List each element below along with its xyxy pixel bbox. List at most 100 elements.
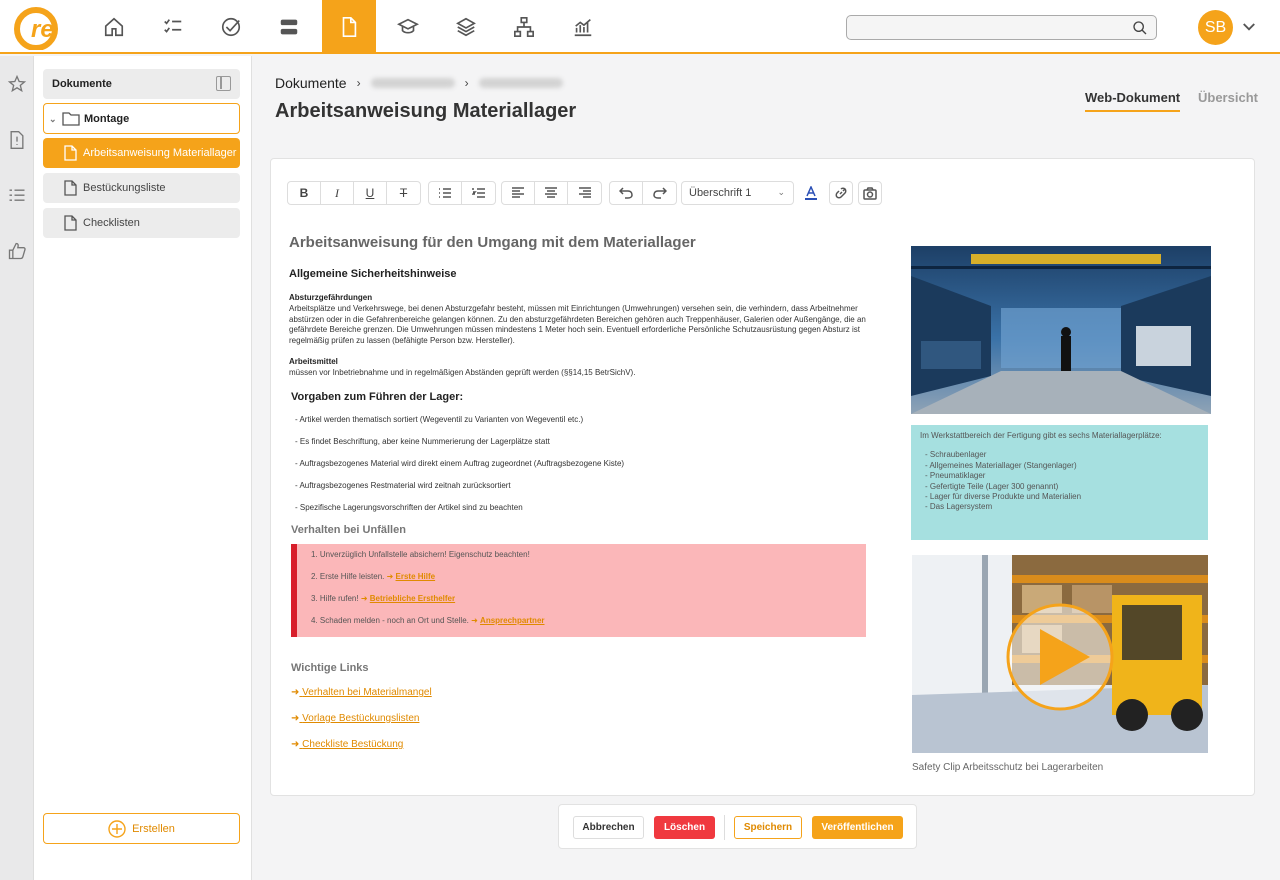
- link-icon[interactable]: [829, 181, 853, 205]
- section-heading: Allgemeine Sicherheitshinweise: [289, 268, 457, 281]
- editor-card: B I U T Überschrift 1 ⌄ Arbeitsanweisung…: [270, 158, 1255, 796]
- graduation-icon[interactable]: [381, 0, 435, 53]
- list-icon[interactable]: [7, 186, 27, 206]
- section-heading: Vorgaben zum Führen der Lager:: [291, 391, 464, 403]
- align-left-icon[interactable]: [502, 182, 535, 204]
- breadcrumb-root[interactable]: Dokumente: [275, 75, 347, 91]
- breadcrumb-blurred[interactable]: [478, 78, 563, 88]
- strikethrough-button[interactable]: T: [387, 182, 420, 204]
- list-item: - Auftragsbezogenes Material wird direkt…: [295, 459, 625, 468]
- avatar[interactable]: SB: [1198, 10, 1233, 45]
- chevron-down-icon[interactable]: ⌄: [49, 114, 57, 125]
- chevron-right-icon: ›: [464, 76, 469, 90]
- document-body[interactable]: Arbeitsanweisung für den Umgang mit dem …: [289, 233, 869, 389]
- link-label: Verhalten bei Materialmangel: [302, 687, 432, 698]
- numbered-list-icon[interactable]: [462, 182, 495, 204]
- link-vorlage[interactable]: ➜ Vorlage Bestückungslisten: [291, 713, 419, 724]
- sidebar-toggle-icon[interactable]: [216, 76, 231, 91]
- sidebar-item-bestueckungsliste[interactable]: Bestückungsliste: [43, 173, 240, 203]
- step-text: 4. Schaden melden - noch an Ort und Stel…: [311, 616, 472, 625]
- star-icon[interactable]: [7, 74, 27, 94]
- redo-icon[interactable]: [643, 182, 676, 204]
- folder-icon: [62, 112, 80, 126]
- tab-uebersicht[interactable]: Übersicht: [1198, 90, 1258, 105]
- link-label: Vorlage Bestückungslisten: [302, 713, 420, 724]
- home-icon[interactable]: [87, 0, 141, 53]
- list-item: - Auftragsbezogenes Restmaterial wird ze…: [295, 481, 511, 490]
- info-box-intro: Im Werkstattbereich der Fertigung gibt e…: [920, 431, 1162, 440]
- create-button-label: Erstellen: [132, 822, 175, 835]
- create-button[interactable]: Erstellen: [43, 813, 240, 844]
- list-item: - Artikel werden thematisch sortiert (We…: [295, 415, 584, 424]
- video-thumbnail[interactable]: [912, 555, 1208, 753]
- link-label: Checkliste Bestückung: [302, 739, 404, 750]
- top-bar: re SB: [0, 0, 1280, 54]
- delete-button[interactable]: Löschen: [654, 816, 715, 839]
- link-erste-hilfe[interactable]: Erste Hilfe: [396, 572, 436, 581]
- sidebar-item-arbeitsanweisung[interactable]: Arbeitsanweisung Materiallager: [43, 138, 240, 168]
- section-heading: Verhalten bei Unfällen: [291, 524, 406, 536]
- step-text: 2. Erste Hilfe leisten.: [311, 572, 387, 581]
- link-ersthelfer[interactable]: Betriebliche Ersthelfer: [370, 594, 455, 603]
- sidebar-item-label: Checklisten: [83, 217, 140, 229]
- chart-icon[interactable]: [556, 0, 610, 53]
- svg-text:re: re: [31, 16, 54, 43]
- arrow-right-icon: ➜: [291, 739, 300, 750]
- paragraph: Arbeitsplätze und Verkehrswege, bei dene…: [289, 303, 866, 346]
- arrow-right-icon: ➜: [386, 572, 396, 581]
- align-right-icon[interactable]: [568, 182, 601, 204]
- hierarchy-icon[interactable]: [497, 0, 551, 53]
- document-title: Arbeitsanweisung für den Umgang mit dem …: [289, 234, 696, 251]
- divider: [724, 815, 725, 840]
- arrow-right-icon: ➜: [471, 616, 481, 625]
- sidebar-item-label: Arbeitsanweisung Materiallager: [83, 147, 237, 159]
- document-icon[interactable]: [322, 0, 376, 53]
- undo-icon[interactable]: [610, 182, 643, 204]
- paragraph: müssen vor Inbetriebnahme und in regelmä…: [289, 367, 636, 377]
- cancel-button[interactable]: Abbrechen: [573, 816, 644, 839]
- list-item: 4. Schaden melden - noch an Ort und Stel…: [311, 616, 866, 625]
- subsection-heading: Arbeitsmittel: [289, 357, 338, 367]
- breadcrumb-blurred[interactable]: [370, 78, 455, 88]
- heading-select[interactable]: Überschrift 1 ⌄: [681, 181, 794, 205]
- link-materialmangel[interactable]: ➜ Verhalten bei Materialmangel: [291, 687, 432, 698]
- tab-web-dokument[interactable]: Web-Dokument: [1085, 90, 1181, 112]
- sidebar-item-checklisten[interactable]: Checklisten: [43, 208, 240, 238]
- save-button[interactable]: Speichern: [734, 816, 802, 839]
- chevron-down-icon: ⌄: [777, 187, 785, 197]
- video-caption: Safety Clip Arbeitsschutz bei Lagerarbei…: [912, 762, 1104, 773]
- chevron-right-icon: ›: [356, 76, 361, 90]
- checklist-icon[interactable]: [146, 0, 200, 53]
- sidebar-header-label: Dokumente: [52, 78, 112, 90]
- arrow-right-icon: ➜: [291, 713, 300, 724]
- file-icon: [64, 145, 77, 161]
- underline-button[interactable]: U: [354, 182, 387, 204]
- logo[interactable]: re: [14, 4, 68, 50]
- format-toolbar-group: B I U T: [287, 181, 421, 205]
- search-input[interactable]: [846, 15, 1157, 40]
- sidebar: Dokumente ⌄ Montage Arbeitsanweisung Mat…: [34, 56, 252, 880]
- align-center-icon[interactable]: [535, 182, 568, 204]
- link-checkliste[interactable]: ➜ Checkliste Bestückung: [291, 739, 403, 750]
- page-title: Arbeitsanweisung Materiallager: [275, 100, 577, 122]
- bullet-list-icon[interactable]: [429, 182, 462, 204]
- heading-select-value: Überschrift 1: [689, 187, 752, 199]
- layers-icon[interactable]: [439, 0, 493, 53]
- folder-montage[interactable]: ⌄ Montage: [43, 103, 240, 134]
- text-color-icon[interactable]: [799, 181, 823, 205]
- search-icon[interactable]: [1132, 20, 1148, 36]
- warehouse-photo: [911, 246, 1211, 414]
- check-circle-icon[interactable]: [204, 0, 258, 53]
- link-ansprechpartner[interactable]: Ansprechpartner: [480, 616, 544, 625]
- action-bar: Abbrechen Löschen Speichern Veröffentlic…: [558, 804, 917, 849]
- vorgaben-section: Vorgaben zum Führen der Lager: - Artikel…: [291, 391, 851, 525]
- italic-button[interactable]: I: [321, 182, 354, 204]
- arrow-right-icon: ➜: [360, 594, 370, 603]
- camera-icon[interactable]: [858, 181, 882, 205]
- warning-document-icon[interactable]: [7, 130, 27, 150]
- stack-icon[interactable]: [262, 0, 316, 53]
- chevron-down-icon[interactable]: [1240, 18, 1258, 36]
- bold-button[interactable]: B: [288, 182, 321, 204]
- thumbs-up-icon[interactable]: [7, 241, 27, 261]
- publish-button[interactable]: Veröffentlichen: [812, 816, 903, 839]
